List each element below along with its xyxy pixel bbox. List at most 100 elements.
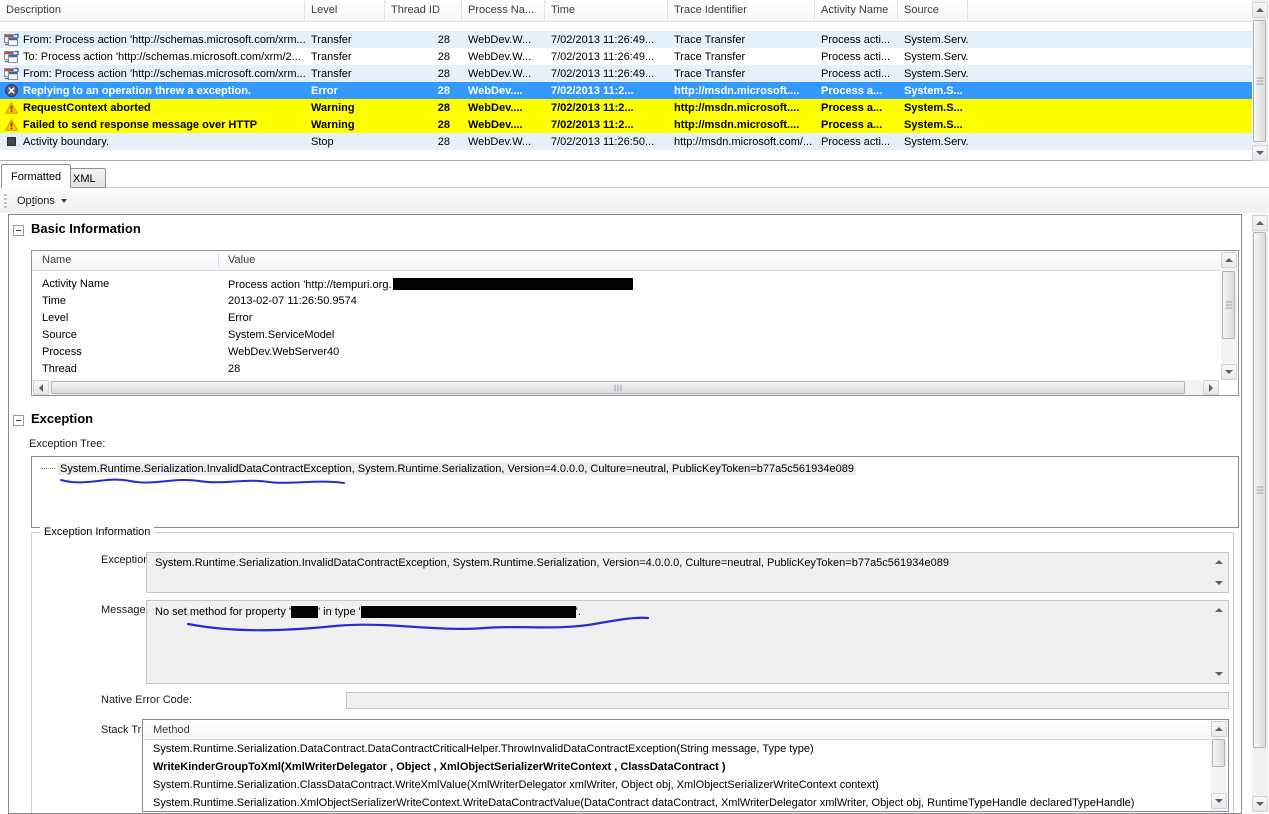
scrollbar-thumb[interactable] — [1253, 232, 1266, 748]
exception-information-label: Exception Information — [40, 526, 154, 538]
scroll-down-icon[interactable] — [1221, 364, 1237, 380]
stack-trace-row[interactable]: WriteKinderGroupToXml(XmlWriterDelegator… — [143, 758, 1210, 776]
stack-trace-row[interactable]: System.Runtime.Serialization.ClassDataCo… — [143, 776, 1210, 794]
basic-info-row[interactable]: Thread 28 — [32, 361, 1214, 378]
scroll-up-icon[interactable] — [1211, 721, 1227, 737]
native-error-code-field[interactable] — [346, 692, 1229, 709]
stack-trace-box[interactable]: Method System.Runtime.Serialization.Data… — [142, 719, 1229, 812]
trace-source: System.S... — [898, 85, 968, 97]
exception-tree-box[interactable]: System.Runtime.Serialization.InvalidData… — [31, 456, 1239, 528]
trace-process-name: WebDev.W... — [462, 51, 545, 63]
scrollbar-thumb[interactable] — [51, 381, 1185, 394]
trace-time: 7/02/2013 11:26:50... — [545, 136, 668, 148]
trace-activity-name: Process acti... — [815, 34, 898, 46]
trace-identifier: http://msdn.microsoft.... — [668, 85, 815, 97]
scroll-up-icon[interactable] — [1215, 560, 1223, 564]
column-header-value[interactable]: Value — [228, 254, 255, 266]
basic-info-name: Source — [42, 329, 77, 341]
trace-identifier: Trace Transfer — [668, 68, 815, 80]
column-header-name[interactable]: Name — [42, 254, 71, 266]
trace-process-name: WebDev.... — [462, 85, 545, 97]
tab-strip: Formatted XML — [0, 164, 1269, 188]
trace-time: 7/02/2013 11:2... — [545, 119, 668, 131]
basic-info-row[interactable]: Level Error — [32, 310, 1214, 327]
message-label: Message: — [101, 604, 149, 616]
trace-row[interactable]: From: Process action 'http://schemas.mic… — [0, 65, 1252, 82]
trace-activity-name: Process a... — [815, 85, 898, 97]
trace-thread-id: 28 — [385, 136, 462, 148]
collapse-exception-icon[interactable] — [13, 415, 24, 426]
trace-time: 7/02/2013 11:26:49... — [545, 51, 668, 63]
column-header-description[interactable]: Description — [0, 0, 305, 21]
scroll-right-icon[interactable] — [1203, 380, 1219, 395]
scroll-up-icon[interactable] — [1215, 608, 1223, 612]
basic-info-vertical-scrollbar[interactable] — [1221, 252, 1237, 380]
column-header-time[interactable]: Time — [545, 0, 668, 21]
column-header-thread-id[interactable]: Thread ID — [385, 0, 462, 21]
toolbar-grip-icon — [4, 194, 7, 208]
formatted-pane-scrollbar[interactable] — [1252, 214, 1268, 812]
options-toolbar: Options — [0, 189, 1269, 213]
trace-row[interactable]: To: Process action 'http://schemas.micro… — [0, 48, 1252, 65]
trace-identifier: Trace Transfer — [668, 51, 815, 63]
stack-trace-scrollbar[interactable] — [1211, 721, 1227, 812]
stack-trace-method-header[interactable]: Method — [143, 720, 1211, 740]
column-header-level[interactable]: Level — [305, 0, 385, 21]
options-button[interactable]: Options — [13, 193, 71, 209]
trace-row[interactable]: From: Process action 'http://schemas.mic… — [0, 31, 1252, 48]
scroll-up-icon[interactable] — [1252, 215, 1268, 231]
scrollbar-thumb[interactable] — [1222, 271, 1235, 339]
trace-activity-name: Process a... — [815, 119, 898, 131]
trace-row[interactable]: RequestContext aborted Warning 28 WebDev… — [0, 99, 1252, 116]
stack-trace-row[interactable]: System.Runtime.Serialization.DataContrac… — [143, 740, 1210, 758]
exception-tree-item[interactable]: System.Runtime.Serialization.InvalidData… — [41, 463, 856, 475]
trace-level: Error — [305, 85, 385, 97]
scroll-down-icon[interactable] — [1211, 793, 1227, 809]
trace-time: 7/02/2013 11:2... — [545, 85, 668, 97]
scroll-up-icon[interactable] — [1221, 252, 1237, 268]
basic-info-horizontal-scrollbar[interactable] — [33, 380, 1219, 395]
trace-source: System.Serv... — [898, 51, 968, 63]
trace-list-scrollbar[interactable] — [1252, 0, 1268, 161]
trace-description: From: Process action 'http://schemas.mic… — [23, 68, 305, 80]
trace-row[interactable]: Activity boundary. Stop 28 WebDev.W... 7… — [0, 133, 1252, 150]
warning-icon — [5, 102, 18, 114]
scroll-down-icon[interactable] — [1215, 672, 1223, 676]
scrollbar-thumb[interactable] — [1212, 739, 1225, 767]
scroll-up-icon[interactable] — [1252, 2, 1268, 18]
column-header-trace-identifier[interactable]: Trace Identifier — [668, 0, 815, 21]
scroll-down-icon[interactable] — [1215, 581, 1223, 585]
stack-trace-row[interactable]: System.Runtime.Serialization.XmlObjectSe… — [143, 794, 1210, 812]
chevron-down-icon — [61, 199, 67, 203]
trace-thread-id: 28 — [385, 68, 462, 80]
collapse-basic-information-icon[interactable] — [13, 225, 24, 236]
column-header-activity-name[interactable]: Activity Name — [815, 0, 898, 21]
trace-process-name: WebDev.W... — [462, 68, 545, 80]
trace-source: System.S... — [898, 102, 968, 114]
trace-process-name: WebDev.... — [462, 119, 545, 131]
options-label: Options — [17, 195, 55, 207]
basic-info-row[interactable]: Activity Name Process action 'http://tem… — [32, 276, 1214, 293]
basic-info-row[interactable]: Source System.ServiceModel — [32, 327, 1214, 344]
trace-source: System.Serv... — [898, 136, 968, 148]
basic-info-row[interactable]: Time 2013-02-07 11:26:50.9574 — [32, 293, 1214, 310]
scroll-left-icon[interactable] — [33, 380, 49, 395]
column-header-source[interactable]: Source — [898, 0, 968, 21]
trace-description: Replying to an operation threw a excepti… — [23, 85, 251, 97]
tab-formatted[interactable]: Formatted — [1, 164, 71, 188]
trace-time: 7/02/2013 11:2... — [545, 102, 668, 114]
scrollbar-thumb[interactable] — [1253, 20, 1266, 142]
scroll-down-icon[interactable] — [1252, 145, 1268, 161]
message-field[interactable]: No set method for property '' in type ''… — [146, 600, 1229, 684]
exception-type-field[interactable]: System.Runtime.Serialization.InvalidData… — [146, 552, 1229, 593]
trace-row[interactable]: Replying to an operation threw a excepti… — [0, 82, 1252, 99]
column-header-process-name[interactable]: Process Na... — [462, 0, 545, 21]
basic-info-name: Time — [42, 295, 66, 307]
trace-list-header: Description Level Thread ID Process Na..… — [0, 0, 1252, 22]
trace-thread-id: 28 — [385, 51, 462, 63]
basic-info-name: Thread — [42, 363, 77, 375]
basic-info-row[interactable]: Process WebDev.WebServer40 — [32, 344, 1214, 361]
trace-row[interactable]: Failed to send response message over HTT… — [0, 116, 1252, 133]
scroll-down-icon[interactable] — [1252, 796, 1268, 812]
trace-level: Transfer — [305, 34, 385, 46]
